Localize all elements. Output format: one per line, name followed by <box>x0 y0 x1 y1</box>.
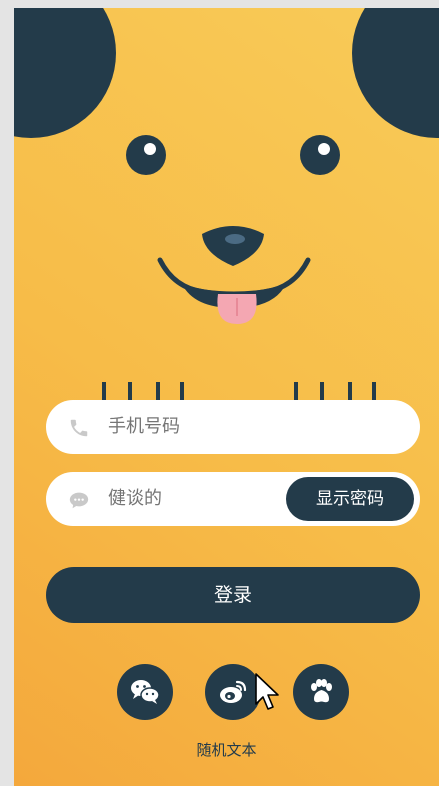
password-field[interactable]: 显示密码 <box>46 472 420 526</box>
wechat-icon <box>131 680 160 704</box>
chat-bubble-icon <box>69 492 89 509</box>
weibo-icon <box>220 680 247 703</box>
paw-icon <box>311 679 332 703</box>
dog-ear-left <box>14 8 116 138</box>
show-password-button[interactable]: 显示密码 <box>286 477 414 521</box>
weibo-login-button[interactable] <box>205 664 261 720</box>
dog-ear-right <box>352 8 439 138</box>
dog-eye-right <box>300 135 340 175</box>
dog-eye-left <box>126 135 166 175</box>
phone-input[interactable] <box>108 400 308 454</box>
login-card: 显示密码 登录 随机文本 <box>14 8 439 786</box>
wechat-login-button[interactable] <box>117 664 173 720</box>
dog-mouth <box>157 257 311 324</box>
mouse-cursor-icon <box>255 673 279 710</box>
random-text-link[interactable]: 随机文本 <box>14 739 439 760</box>
phone-icon <box>70 419 88 437</box>
login-button[interactable]: 登录 <box>46 567 420 623</box>
password-input[interactable] <box>108 472 308 526</box>
paw-login-button[interactable] <box>293 664 349 720</box>
phone-field[interactable] <box>46 400 420 454</box>
